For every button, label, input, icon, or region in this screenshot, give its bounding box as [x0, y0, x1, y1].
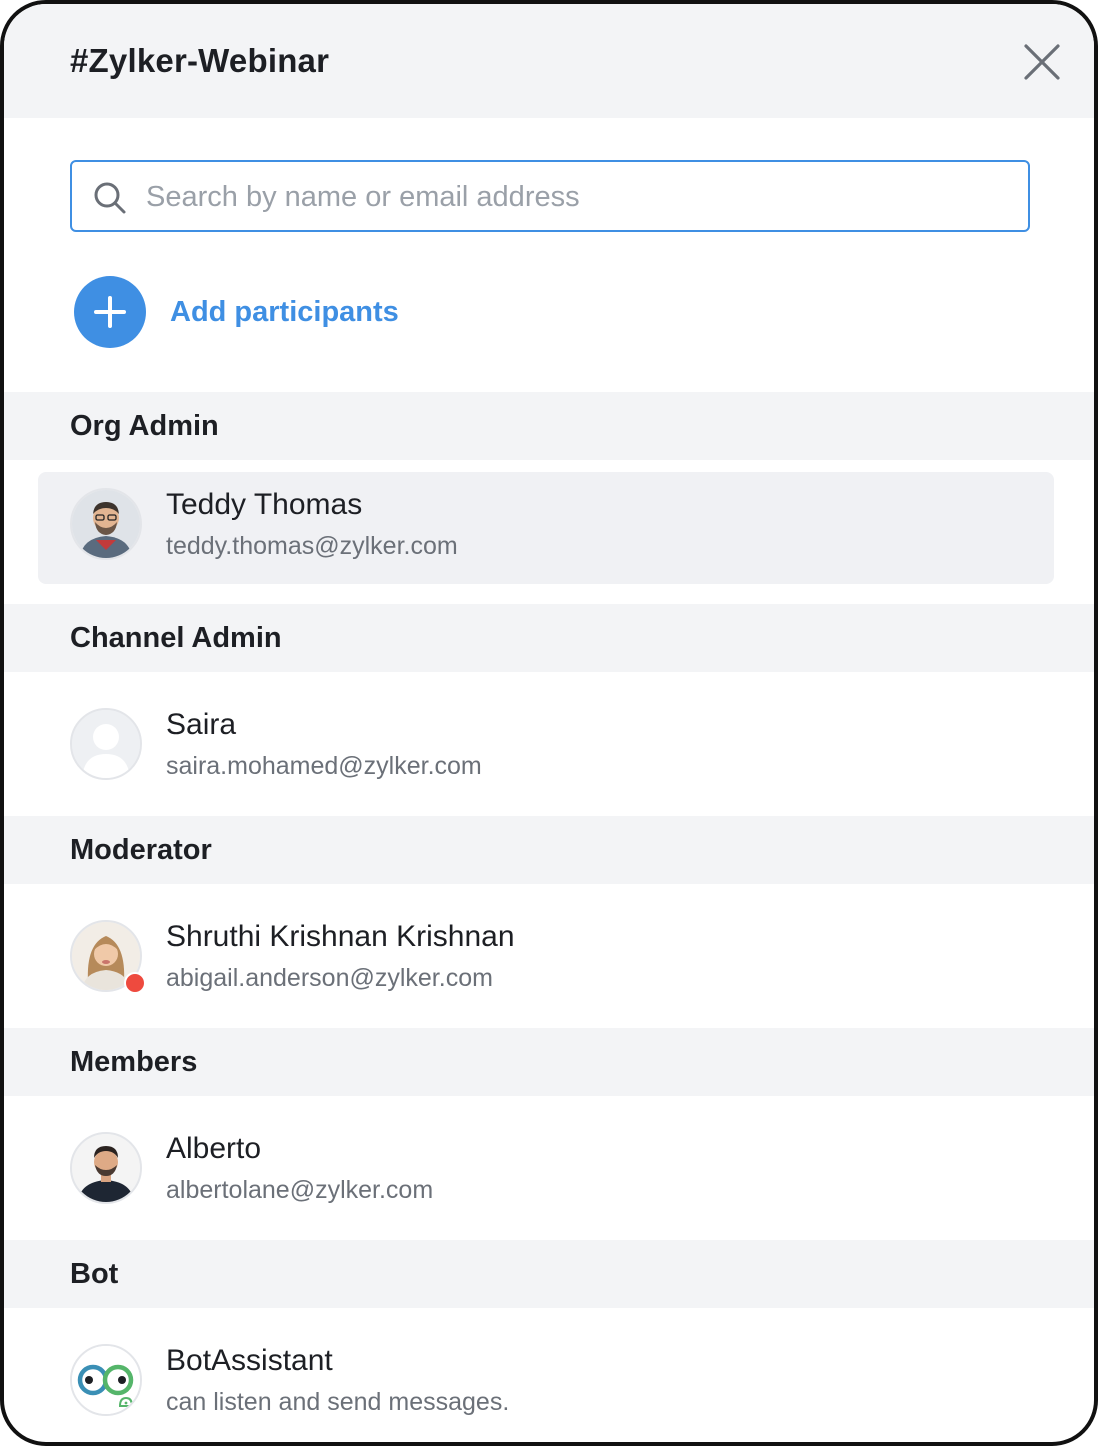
search-input[interactable]	[144, 174, 1008, 220]
member-row[interactable]: Saira saira.mohamed@zylker.com	[38, 692, 1054, 804]
bot-description: can listen and send messages.	[166, 1388, 510, 1416]
dialog-title: #Zylker-Webinar	[70, 42, 330, 79]
avatar	[70, 1132, 142, 1204]
member-row[interactable]: Shruthi Krishnan Krishnan abigail.anders…	[38, 904, 1054, 1016]
section-label: Org Admin	[70, 410, 219, 442]
section-label: Channel Admin	[70, 622, 282, 654]
busy-status-indicator	[124, 972, 146, 994]
member-row[interactable]: Alberto albertolane@zylker.com	[38, 1116, 1054, 1228]
section-label: Bot	[70, 1258, 119, 1290]
section-header-bot: Bot	[4, 1240, 1094, 1308]
member-email: abigail.anderson@zylker.com	[166, 964, 493, 992]
member-row[interactable]: Teddy Thomas teddy.thomas@zylker.com	[38, 472, 1054, 584]
bot-icon	[72, 1346, 140, 1414]
dialog-header: #Zylker-Webinar	[4, 4, 1094, 118]
member-name: Shruthi Krishnan Krishnan	[166, 920, 515, 953]
add-participants-label[interactable]: Add participants	[170, 296, 399, 329]
search-icon	[94, 182, 126, 214]
member-email: saira.mohamed@zylker.com	[166, 752, 482, 780]
section-header-channel-admin: Channel Admin	[4, 604, 1094, 672]
section-header-org-admin: Org Admin	[4, 392, 1094, 460]
photo-avatar-icon	[72, 1134, 140, 1202]
default-user-icon	[72, 710, 140, 778]
close-button[interactable]	[1020, 40, 1064, 84]
section-header-moderator: Moderator	[4, 816, 1094, 884]
participants-dialog: #Zylker-Webinar Add participants Org Adm…	[0, 0, 1098, 1446]
section-label: Members	[70, 1046, 198, 1078]
avatar	[70, 708, 142, 780]
photo-avatar-icon	[72, 490, 140, 558]
avatar	[70, 488, 142, 560]
plus-icon	[94, 296, 126, 328]
add-participants-circle[interactable]	[74, 276, 146, 348]
search-field[interactable]	[70, 160, 1030, 232]
avatar	[70, 1344, 142, 1416]
member-name: Alberto	[166, 1132, 262, 1165]
member-name: Teddy Thomas	[166, 488, 363, 521]
section-header-members: Members	[4, 1028, 1094, 1096]
section-label: Moderator	[70, 834, 212, 866]
member-email: teddy.thomas@zylker.com	[166, 532, 458, 560]
member-name: Saira	[166, 708, 237, 741]
member-email: albertolane@zylker.com	[166, 1176, 434, 1204]
member-row[interactable]: BotAssistant can listen and send message…	[38, 1328, 1054, 1440]
add-participants-button[interactable]: Add participants	[74, 276, 434, 348]
close-icon	[1024, 44, 1060, 80]
member-name: BotAssistant	[166, 1344, 333, 1377]
